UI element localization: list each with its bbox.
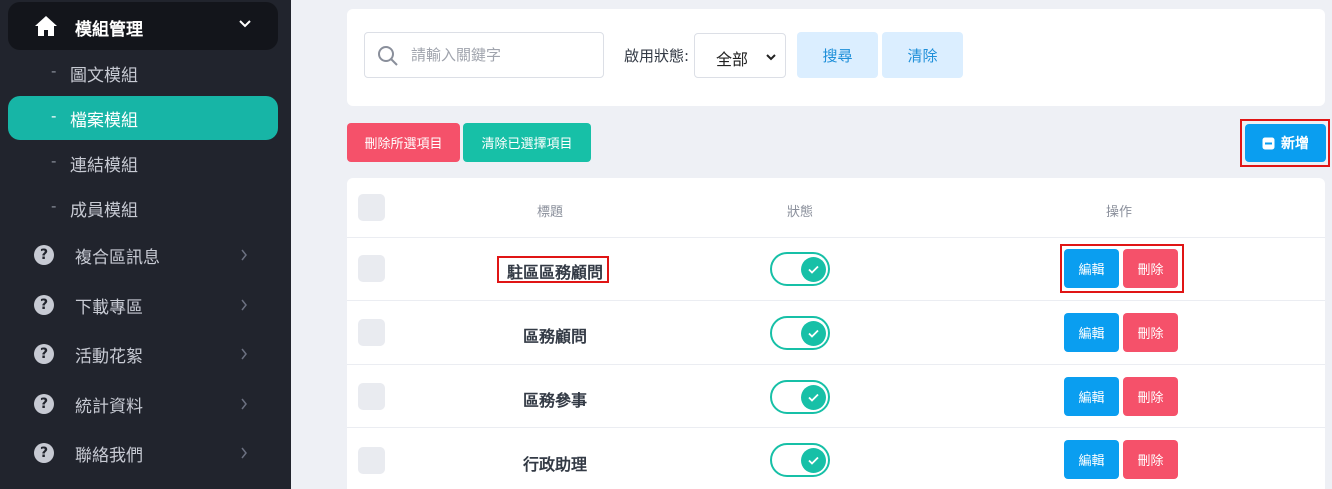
sidebar-item-label: 活動花絮 [75, 347, 143, 367]
sidebar-item-activities[interactable]: ? 活動花絮 [8, 332, 278, 376]
add-button[interactable]: 新增 [1245, 124, 1326, 162]
sidebar-item-label: 模組管理 [75, 20, 143, 40]
toggle-knob [801, 321, 826, 346]
sidebar-subitem-file[interactable]: - 檔案模組 [8, 96, 278, 140]
row-divider [347, 364, 1325, 365]
sidebar-subitem-label: 圖文模組 [70, 66, 138, 86]
toggle-knob [801, 385, 826, 410]
status-filter-label: 啟用狀態: [624, 47, 690, 65]
edit-button[interactable]: 編輯 [1064, 249, 1119, 288]
sidebar-subitem-link[interactable]: - 連結模組 [8, 141, 278, 185]
edit-button[interactable]: 編輯 [1064, 377, 1119, 416]
question-circle-icon: ? [34, 295, 54, 315]
clear-selected-button[interactable]: 清除已選擇項目 [463, 123, 591, 162]
toggle-knob [801, 448, 826, 473]
sidebar-item-label: 複合區訊息 [75, 248, 160, 268]
column-header-actions: 操作 [1106, 205, 1133, 220]
search-icon [378, 46, 398, 66]
question-circle-icon: ? [34, 394, 54, 414]
column-header-status: 狀態 [787, 205, 814, 220]
row-title: 行政助理 [522, 455, 587, 474]
question-circle-icon: ? [34, 245, 54, 265]
row-divider [347, 300, 1325, 301]
search-button[interactable]: 搜尋 [797, 32, 878, 78]
chevron-right-icon [241, 348, 247, 360]
row-title: 區務參事 [522, 391, 587, 410]
sidebar-subitem-member[interactable]: - 成員模組 [8, 186, 278, 230]
dash: - [51, 107, 57, 125]
delete-button[interactable]: 刪除 [1123, 377, 1178, 416]
dash: - [51, 197, 57, 215]
add-button-label: 新增 [1281, 136, 1309, 152]
row-divider [347, 427, 1325, 428]
sidebar-item-module-management[interactable]: 模組管理 [8, 2, 278, 50]
sidebar-subitem-label: 檔案模組 [70, 111, 138, 131]
edit-button[interactable]: 編輯 [1064, 440, 1119, 479]
delete-selected-button[interactable]: 刪除所選項目 [347, 123, 460, 162]
row-title: 區務顧問 [522, 327, 587, 346]
edit-button[interactable]: 編輯 [1064, 313, 1119, 352]
search-input[interactable] [411, 43, 591, 67]
sidebar-item-downloads[interactable]: ? 下載專區 [8, 283, 278, 327]
row-checkbox[interactable] [358, 383, 385, 410]
check-icon [808, 265, 819, 274]
chevron-down-icon [766, 54, 776, 61]
sidebar-item-label: 統計資料 [75, 397, 143, 417]
sidebar-item-statistics[interactable]: ? 統計資料 [8, 382, 278, 426]
check-icon [808, 393, 819, 402]
sidebar-subitem-label: 成員模組 [70, 201, 138, 221]
chevron-right-icon [241, 249, 247, 261]
search-box[interactable] [364, 32, 604, 78]
sidebar: 模組管理 - 圖文模組 - 檔案模組 - 連結模組 - 成員模組 ? 複合區訊息… [0, 0, 291, 489]
chevron-right-icon [241, 447, 247, 459]
sidebar-item-label: 聯絡我們 [75, 446, 143, 466]
delete-button[interactable]: 刪除 [1123, 313, 1178, 352]
sidebar-subitem-image-text[interactable]: - 圖文模組 [8, 51, 278, 95]
question-circle-icon: ? [34, 443, 54, 463]
add-icon [1262, 137, 1275, 149]
delete-button[interactable]: 刪除 [1123, 249, 1178, 288]
status-toggle[interactable] [770, 380, 830, 414]
chevron-right-icon [241, 299, 247, 311]
check-icon [808, 456, 819, 465]
toggle-knob [801, 257, 826, 282]
dash: - [51, 62, 57, 80]
status-toggle[interactable] [770, 443, 830, 477]
delete-button[interactable]: 刪除 [1123, 440, 1178, 479]
column-header-title: 標題 [537, 205, 564, 220]
question-circle-icon: ? [34, 344, 54, 364]
row-checkbox[interactable] [358, 255, 385, 282]
status-toggle[interactable] [770, 252, 830, 286]
check-icon [808, 329, 819, 338]
select-all-checkbox[interactable] [358, 194, 385, 221]
highlight-frame [497, 256, 609, 283]
clear-button[interactable]: 清除 [882, 32, 963, 78]
home-icon [35, 16, 57, 36]
row-checkbox[interactable] [358, 447, 385, 474]
status-filter-select[interactable]: 全部 [694, 33, 786, 78]
chevron-down-icon [239, 20, 251, 28]
sidebar-item-label: 下載專區 [75, 298, 143, 318]
sidebar-item-composite-info[interactable]: ? 複合區訊息 [8, 233, 278, 277]
dash: - [51, 152, 57, 170]
sidebar-item-contact[interactable]: ? 聯絡我們 [8, 431, 278, 475]
row-checkbox[interactable] [358, 319, 385, 346]
status-filter-value: 全部 [716, 50, 749, 69]
row-divider [347, 237, 1325, 238]
sidebar-subitem-label: 連結模組 [70, 156, 138, 176]
chevron-right-icon [241, 398, 247, 410]
status-toggle[interactable] [770, 316, 830, 350]
